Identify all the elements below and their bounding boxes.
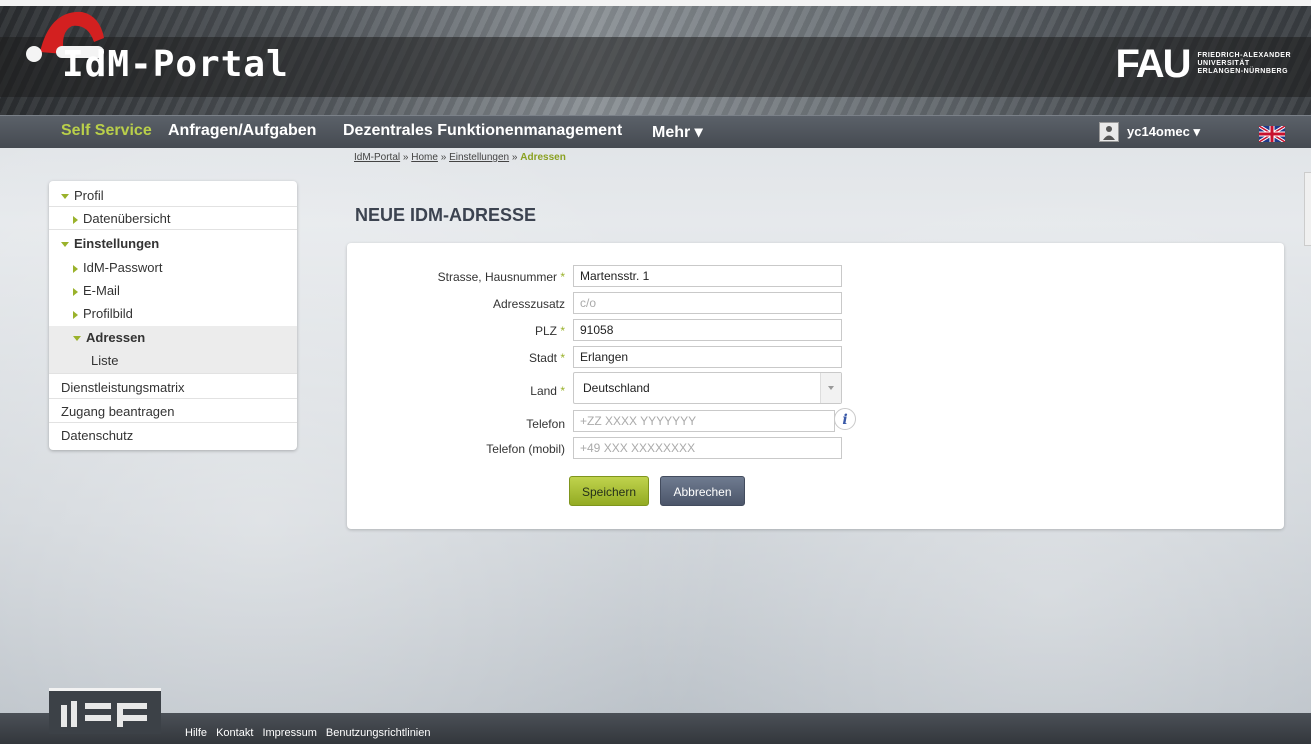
required-marker: *: [560, 384, 565, 398]
required-marker: *: [560, 270, 565, 284]
sidebar-item-label: Adressen: [86, 330, 146, 345]
sidebar-item-profil[interactable]: Profil: [49, 184, 297, 207]
nav-anfragen-aufgaben[interactable]: Anfragen/Aufgaben: [168, 122, 316, 140]
sidebar-item-profilbild[interactable]: Profilbild: [49, 302, 297, 325]
fau-subtitle-line: FRIEDRICH-ALEXANDER: [1197, 52, 1291, 59]
sidebar-item-zugang-beantragen[interactable]: Zugang beantragen: [49, 400, 297, 423]
addition-label-text: Adresszusatz: [492, 297, 565, 311]
zip-label: PLZ *: [535, 324, 565, 338]
caret-down-icon: [61, 194, 69, 200]
footer-link-impressum[interactable]: Impressum: [262, 727, 316, 739]
footer-link-hilfe[interactable]: Hilfe: [185, 727, 207, 739]
zip-input[interactable]: [573, 319, 842, 341]
footer-link-kontakt[interactable]: Kontakt: [216, 727, 253, 739]
fau-subtitle-line: UNIVERSITÄT: [1197, 60, 1250, 67]
cancel-button[interactable]: Abbrechen: [660, 476, 745, 506]
sidebar-item-label: IdM-Passwort: [83, 260, 163, 275]
country-select[interactable]: Deutschland: [573, 372, 842, 404]
mobile-label-text: Telefon (mobil): [486, 442, 565, 456]
footer-logo-icon: [49, 688, 161, 734]
sidebar-item-label: Zugang beantragen: [61, 404, 175, 419]
breadcrumb-link-idm-portal[interactable]: IdM-Portal: [354, 152, 400, 163]
info-icon[interactable]: i: [834, 408, 856, 430]
save-button[interactable]: Speichern: [569, 476, 649, 506]
portal-logo[interactable]: IdM-Portal: [62, 44, 289, 85]
phone-label-text: Telefon: [526, 417, 565, 431]
address-addition-input[interactable]: [573, 292, 842, 314]
dropdown-arrow-icon: [820, 373, 841, 403]
user-menu[interactable]: yc14omec ▾: [1099, 122, 1200, 142]
footer-links: Hilfe Kontakt Impressum Benutzungsrichtl…: [185, 727, 437, 739]
nav-mehr-menu[interactable]: Mehr ▾: [652, 122, 703, 142]
phone-input[interactable]: [573, 410, 835, 432]
addition-label: Adresszusatz: [493, 297, 565, 311]
caret-right-icon: [73, 310, 78, 319]
sidebar-item-label: Profil: [74, 188, 104, 203]
sidebar-item-idm-passwort[interactable]: IdM-Passwort: [49, 256, 297, 279]
country-select-value: Deutschland: [583, 381, 650, 395]
sidebar-item-liste[interactable]: Liste: [49, 349, 297, 374]
fau-subtitle-line: ERLANGEN-NÜRNBERG: [1197, 68, 1289, 75]
city-label: Stadt *: [529, 351, 565, 365]
sidebar-item-label: Datenübersicht: [83, 211, 171, 226]
caret-right-icon: [73, 215, 78, 224]
nav-self-service[interactable]: Self Service: [61, 122, 152, 140]
breadcrumb-link-einstellungen[interactable]: Einstellungen: [449, 152, 509, 163]
city-input[interactable]: [573, 346, 842, 368]
required-marker: *: [560, 351, 565, 365]
zip-label-text: PLZ: [534, 324, 557, 338]
user-name: yc14omec ▾: [1127, 124, 1201, 139]
country-label-text: Land: [530, 384, 557, 398]
nav-dezentrales-funktionenmanagement[interactable]: Dezentrales Funktionenmanagement: [343, 122, 622, 140]
sidebar-item-label: Liste: [91, 353, 119, 368]
caret-down-icon: [61, 242, 69, 248]
country-label: Land *: [530, 384, 565, 398]
main-navbar: Self Service Anfragen/Aufgaben Dezentral…: [0, 115, 1311, 148]
sidebar-item-datenschutz[interactable]: Datenschutz: [49, 424, 297, 447]
breadcrumb-link-home[interactable]: Home: [411, 152, 438, 163]
footer-link-benutzungsrichtlinien[interactable]: Benutzungsrichtlinien: [326, 727, 431, 739]
sidebar-item-label: Dienstleistungsmatrix: [61, 380, 185, 395]
breadcrumb-separator: »: [440, 152, 447, 163]
sidebar-item-label: E-Mail: [83, 283, 120, 298]
required-marker: *: [560, 324, 565, 338]
sidebar-item-dienstleistungsmatrix[interactable]: Dienstleistungsmatrix: [49, 376, 297, 399]
street-label-text: Strasse, Hausnummer: [437, 270, 557, 284]
fau-logo-subtitle: FRIEDRICH-ALEXANDER UNIVERSITÄT ERLANGEN…: [1198, 52, 1292, 76]
breadcrumb-current: Adressen: [520, 152, 566, 163]
caret-right-icon: [73, 287, 78, 296]
sidebar-item-label: Datenschutz: [61, 428, 134, 443]
fau-logo[interactable]: FAU FRIEDRICH-ALEXANDER UNIVERSITÄT ERLA…: [1116, 44, 1292, 84]
sidebar-nav: Profil Datenübersicht Einstellungen IdM-…: [49, 181, 297, 450]
sidebar-item-datenuebersicht[interactable]: Datenübersicht: [49, 207, 297, 230]
mobile-label: Telefon (mobil): [486, 442, 565, 456]
sidebar-item-label: Einstellungen: [74, 236, 160, 251]
user-avatar-icon: [1099, 122, 1119, 142]
breadcrumb-separator: »: [402, 152, 409, 163]
caret-right-icon: [73, 264, 78, 273]
address-form: Strasse, Hausnummer * Adresszusatz PLZ *…: [347, 243, 1284, 529]
side-feedback-tab[interactable]: [1304, 172, 1311, 246]
sidebar-item-email[interactable]: E-Mail: [49, 279, 297, 302]
street-label: Strasse, Hausnummer *: [438, 270, 565, 284]
caret-down-icon: [73, 336, 81, 342]
header-top-strip: [0, 0, 1311, 6]
page-title: NEUE IDM-ADRESSE: [355, 205, 537, 225]
city-label-text: Stadt: [528, 351, 557, 365]
fau-logo-mark: FAU: [1115, 42, 1192, 86]
sidebar-item-label: Profilbild: [83, 306, 133, 321]
street-input[interactable]: [573, 265, 842, 287]
mobile-phone-input[interactable]: [573, 437, 842, 459]
phone-label: Telefon: [526, 417, 565, 431]
breadcrumb-separator: »: [511, 152, 518, 163]
uk-flag-icon[interactable]: [1259, 126, 1285, 142]
breadcrumb: IdM-Portal » Home » Einstellungen » Adre…: [354, 152, 566, 163]
sidebar-item-adressen[interactable]: Adressen: [49, 326, 297, 349]
sidebar-item-einstellungen[interactable]: Einstellungen: [49, 232, 297, 255]
